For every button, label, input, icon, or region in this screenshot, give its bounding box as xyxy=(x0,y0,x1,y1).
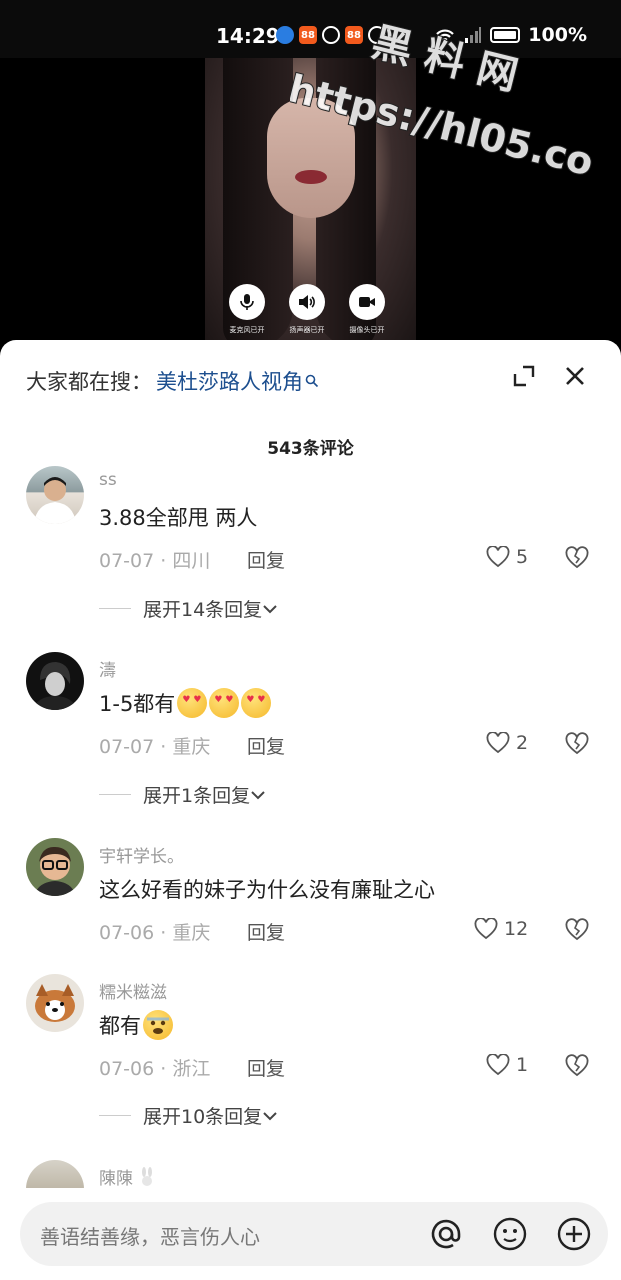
comment-text: 3.88全部甩 两人 xyxy=(99,506,258,530)
comment-username[interactable]: 陳陳 xyxy=(99,1164,157,1189)
heart-icon xyxy=(486,732,510,754)
expand-replies-label: 展开10条回复 xyxy=(143,1106,263,1128)
comment-item: 濤 1-5都有 ♥ ♥ ♥ ♥ ♥ ♥ 07-07 · 重庆 回复 2 xyxy=(0,652,621,762)
search-icon xyxy=(305,374,319,388)
avatar[interactable] xyxy=(26,466,84,524)
reply-button[interactable]: 回复 xyxy=(247,546,285,573)
comment-meta: 07-07 · 四川 xyxy=(99,550,211,572)
comment-count: 543条评论 xyxy=(267,439,354,459)
wifi-icon xyxy=(436,29,455,43)
broken-heart-icon[interactable] xyxy=(565,1054,589,1078)
chevron-down-icon xyxy=(263,604,277,613)
like-button[interactable]: 12 xyxy=(474,918,528,940)
fullscreen-icon[interactable] xyxy=(512,364,536,388)
expand-replies-label: 展开14条回复 xyxy=(143,599,263,621)
battery-level: 100% xyxy=(528,24,587,46)
speaker-icon xyxy=(299,295,315,309)
comment-username[interactable]: 濤 xyxy=(99,656,116,681)
comment-text: 这么好看的妹子为什么没有廉耻之心 xyxy=(99,878,435,902)
status-time: 14:29 xyxy=(216,24,280,48)
hotspot-icon xyxy=(322,26,340,44)
microphone-icon xyxy=(240,294,254,310)
comment-meta: 07-06 · 重庆 xyxy=(99,922,211,944)
expand-replies-label: 展开1条回复 xyxy=(143,785,251,807)
chevron-down-icon xyxy=(263,1111,277,1120)
video-call-area[interactable]: 麦克风已开 扬声器已开 摄像头已开 xyxy=(0,58,621,348)
video-face xyxy=(267,98,355,218)
status-bar: 14:29 88 88 100% xyxy=(0,0,621,58)
camera-button[interactable] xyxy=(349,284,385,320)
mic-button[interactable] xyxy=(229,284,265,320)
like-count: 2 xyxy=(516,732,529,754)
video-camera-icon xyxy=(359,297,375,307)
expand-replies[interactable]: 展开1条回复 xyxy=(99,781,399,808)
comment-text: 1-5都有 ♥ ♥ ♥ ♥ ♥ ♥ xyxy=(99,688,272,718)
avatar[interactable] xyxy=(26,838,84,896)
like-count: 5 xyxy=(516,546,529,568)
broken-heart-icon[interactable] xyxy=(565,546,589,570)
like-button[interactable]: 2 xyxy=(486,732,528,754)
camera-label: 摄像头已开 xyxy=(349,326,385,334)
call-controls: 麦克风已开 扬声器已开 摄像头已开 xyxy=(228,284,386,335)
emoji-icon[interactable] xyxy=(492,1216,528,1252)
add-icon[interactable] xyxy=(556,1216,592,1252)
comment-input[interactable]: 善语结善缘，恶言伤人心 xyxy=(20,1202,608,1266)
mic-control[interactable]: 麦克风已开 xyxy=(228,284,266,335)
trending-search[interactable]: 大家都在搜： 美杜莎路人视角 xyxy=(26,366,319,396)
comment-username[interactable]: ss xyxy=(99,470,117,490)
comments-sheet: 大家都在搜： 美杜莎路人视角 543条评论 ss 3.88全部甩 两人 07-0… xyxy=(0,340,621,1280)
broken-heart-icon[interactable] xyxy=(565,918,589,942)
app-badge-icon: 88 xyxy=(299,26,317,44)
heart-eyes-emoji: ♥ ♥ xyxy=(209,688,240,718)
search-prefix: 大家都在搜： xyxy=(26,370,152,394)
like-count: 12 xyxy=(504,918,529,940)
avatar[interactable] xyxy=(26,652,84,710)
reply-button[interactable]: 回复 xyxy=(247,1054,285,1081)
comment-item: ss 3.88全部甩 两人 07-07 · 四川 回复 5 xyxy=(0,466,621,576)
broken-heart-icon[interactable] xyxy=(565,732,589,756)
reply-button[interactable]: 回复 xyxy=(247,732,285,759)
alarm-icon xyxy=(368,26,386,44)
comment-item: 糯米糍滋 都有 07-06 · 浙江 回复 1 xyxy=(0,974,621,1084)
chevron-down-icon xyxy=(251,790,265,799)
like-button[interactable]: 1 xyxy=(486,1054,528,1076)
expand-replies[interactable]: 展开10条回复 xyxy=(99,1102,399,1129)
mention-icon[interactable] xyxy=(428,1216,464,1252)
battery-icon xyxy=(490,27,521,43)
fearful-emoji xyxy=(143,1010,173,1040)
browser-app-icon xyxy=(276,26,294,44)
camera-control[interactable]: 摄像头已开 xyxy=(348,284,386,335)
signal-icon xyxy=(465,27,482,43)
heart-eyes-emoji: ♥ ♥ xyxy=(177,688,208,718)
heart-icon xyxy=(486,546,510,568)
status-app-icons: 88 88 xyxy=(276,26,386,44)
comment-text: 都有 xyxy=(99,1010,173,1040)
like-count: 1 xyxy=(516,1054,529,1076)
speaker-button[interactable] xyxy=(289,284,325,320)
speaker-label: 扬声器已开 xyxy=(289,326,325,334)
comment-input-placeholder: 善语结善缘，恶言伤人心 xyxy=(40,1225,260,1249)
comment-username[interactable]: 宇轩学长。 xyxy=(99,842,184,867)
heart-eyes-emoji: ♥ ♥ xyxy=(241,688,272,718)
expand-replies[interactable]: 展开14条回复 xyxy=(99,595,399,622)
comment-meta: 07-07 · 重庆 xyxy=(99,736,211,758)
reply-button[interactable]: 回复 xyxy=(247,918,285,945)
close-icon[interactable] xyxy=(563,364,587,388)
comment-item: 宇轩学长。 这么好看的妹子为什么没有廉耻之心 07-06 · 重庆 回复 12 xyxy=(0,838,621,948)
rabbit-icon xyxy=(142,1166,152,1186)
comment-username[interactable]: 糯米糍滋 xyxy=(99,978,167,1003)
app-badge-icon-2: 88 xyxy=(345,26,363,44)
like-button[interactable]: 5 xyxy=(486,546,528,568)
avatar[interactable] xyxy=(26,974,84,1032)
heart-icon xyxy=(486,1054,510,1076)
search-query-link[interactable]: 美杜莎路人视角 xyxy=(156,366,303,396)
comment-meta: 07-06 · 浙江 xyxy=(99,1058,211,1080)
heart-icon xyxy=(474,918,498,940)
mic-label: 麦克风已开 xyxy=(229,326,265,334)
speaker-control[interactable]: 扬声器已开 xyxy=(288,284,326,335)
status-right: 100% xyxy=(434,24,587,46)
